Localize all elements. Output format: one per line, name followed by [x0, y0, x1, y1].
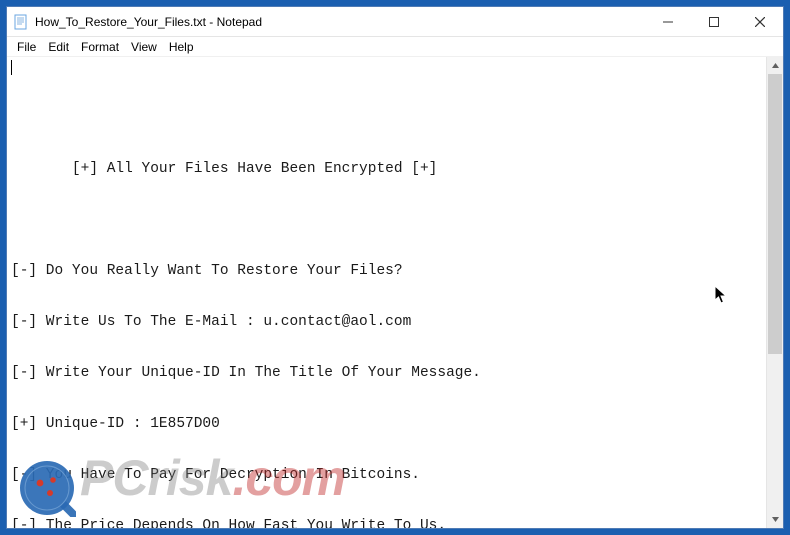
text-line: [-] You Have To Pay For Decryption In Bi…	[11, 467, 762, 484]
text-line	[11, 212, 762, 229]
window-controls	[645, 7, 783, 36]
maximize-button[interactable]	[691, 7, 737, 36]
window-title: How_To_Restore_Your_Files.txt - Notepad	[35, 15, 645, 29]
menu-help[interactable]: Help	[163, 39, 200, 55]
vertical-scrollbar[interactable]	[766, 57, 783, 528]
menu-view[interactable]: View	[125, 39, 163, 55]
text-line: [+] Unique-ID : 1E857D00	[11, 416, 762, 433]
text-line: [-] The Price Depends On How Fast You Wr…	[11, 518, 762, 528]
scroll-down-arrow-icon[interactable]	[767, 511, 783, 528]
text-caret	[11, 60, 12, 75]
text-line: [-] Write Us To The E-Mail : u.contact@a…	[11, 314, 762, 331]
text-line: [-] Write Your Unique-ID In The Title Of…	[11, 365, 762, 382]
titlebar[interactable]: How_To_Restore_Your_Files.txt - Notepad	[7, 7, 783, 37]
text-line: [-] Do You Really Want To Restore Your F…	[11, 263, 762, 280]
menubar: File Edit Format View Help	[7, 37, 783, 57]
menu-edit[interactable]: Edit	[42, 39, 75, 55]
scroll-thumb[interactable]	[768, 74, 782, 354]
editor-area: [+] All Your Files Have Been Encrypted […	[7, 57, 783, 528]
text-line: [+] All Your Files Have Been Encrypted […	[11, 161, 762, 178]
close-button[interactable]	[737, 7, 783, 36]
minimize-button[interactable]	[645, 7, 691, 36]
notepad-window: How_To_Restore_Your_Files.txt - Notepad …	[6, 6, 784, 529]
text-line	[11, 110, 762, 127]
scroll-up-arrow-icon[interactable]	[767, 57, 783, 74]
menu-format[interactable]: Format	[75, 39, 125, 55]
text-editor[interactable]: [+] All Your Files Have Been Encrypted […	[7, 57, 766, 528]
notepad-icon	[13, 14, 29, 30]
menu-file[interactable]: File	[11, 39, 42, 55]
